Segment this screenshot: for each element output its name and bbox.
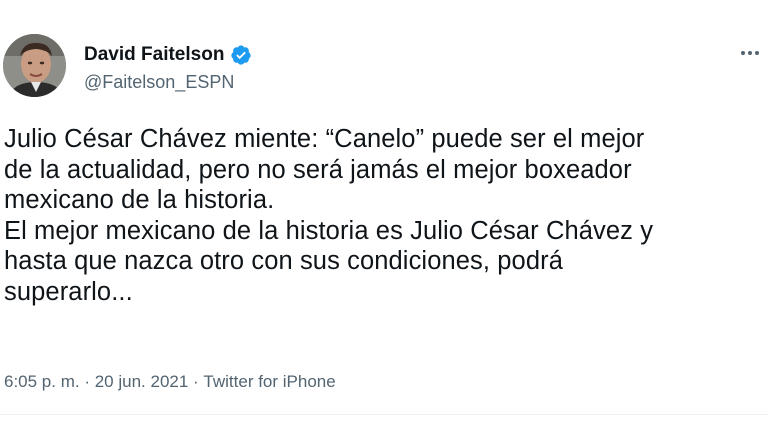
more-horizontal-icon[interactable] [736, 44, 764, 62]
author-display-name[interactable]: David Faitelson [84, 44, 224, 66]
tweet-time[interactable]: 6:05 p. m. [4, 372, 80, 392]
more-dot [755, 51, 759, 55]
tweet-source[interactable]: Twitter for iPhone [203, 372, 335, 392]
more-dot [748, 51, 752, 55]
tweet-date[interactable]: 20 jun. 2021 [95, 372, 189, 392]
meta-separator: · [188, 372, 204, 391]
more-dot [741, 51, 745, 55]
tweet-text: Julio César Chávez miente: “Canelo” pued… [4, 125, 654, 306]
author-handle[interactable]: @Faitelson_ESPN [84, 72, 234, 93]
avatar-photo [3, 34, 66, 97]
verified-badge-icon [230, 44, 252, 66]
divider [0, 414, 768, 415]
meta-separator: · [79, 372, 95, 391]
tweet-meta: 6:05 p. m. · 20 jun. 2021 · Twitter for … [4, 372, 336, 392]
avatar[interactable] [3, 34, 66, 97]
tweet-card: David Faitelson @Faitelson_ESPN Julio Cé… [0, 0, 768, 432]
author-name-row: David Faitelson [84, 43, 252, 67]
